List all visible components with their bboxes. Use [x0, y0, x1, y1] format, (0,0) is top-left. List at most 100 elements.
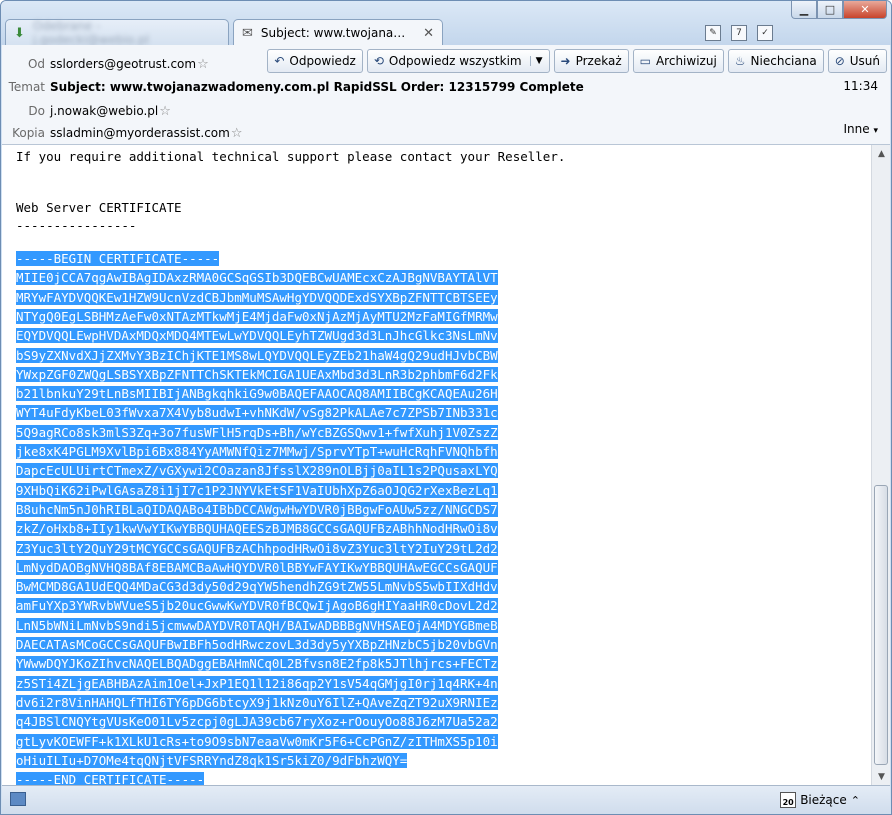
- selected-text: B8uhcNm5nJ0hRIBLaQIDAQABo4IBbDCCAWgwHwYD…: [16, 501, 498, 517]
- to-address[interactable]: j.nowak@webio.pl: [50, 104, 158, 118]
- maximize-button[interactable]: □: [817, 1, 843, 19]
- tab-message-label: Subject: www.twojanazwa...: [260, 26, 411, 40]
- selected-text: YWwwDQYJKoZIhvcNAQELBQADggEBAHmNCq0L2Bfv…: [16, 656, 498, 672]
- minimize-button[interactable]: ▁: [791, 1, 817, 19]
- subject-row: Temat Subject: www.twojanazwadomeny.com.…: [2, 76, 584, 98]
- message-body[interactable]: If you require additional technical supp…: [2, 145, 871, 785]
- archive-button[interactable]: ▭ Archiwizuj: [632, 49, 724, 73]
- certificate-line: bS9yZXNvdXJjZXMvY3BzIChjKTE1MS8wLQYDVQQL…: [16, 346, 498, 365]
- flame-icon: ♨: [734, 54, 746, 68]
- title-bar: ⬇ Odebrane - j.godecki@webio.pl ✉ Subjec…: [1, 1, 891, 47]
- star-icon[interactable]: ☆: [159, 104, 171, 119]
- selected-text: jke8xK4PGLM9XvlBpi6Bx884YyAMWNfQiz7MMwj/…: [16, 444, 498, 459]
- cert-heading: Web Server CERTIFICATE: [16, 200, 182, 215]
- more-dropdown[interactable]: Inne ▾: [844, 122, 879, 136]
- subject-text: Subject: www.twojanazwadomeny.com.pl Rap…: [50, 80, 584, 94]
- selected-text: LnN5bWNiLmNvbS9ndi5jcmwwDAYDVR0TAQH/BAIw…: [16, 617, 498, 633]
- selected-text: dv6i2r8VinHAHQLfTHI6TY6pDG6btcyX9j1kNz0u…: [16, 694, 498, 710]
- certificate-line: LmNydDAOBgNVHQ8BAf8EBAMCBaAwHQYDVR0lBBYw…: [16, 558, 498, 577]
- intro-text: If you require additional technical supp…: [16, 149, 566, 164]
- archive-icon: ▭: [639, 54, 651, 68]
- certificate-line: 9XHbQiK62iPwlGAsaZ8i1jI7c1P2JNYVkEtSF1Va…: [16, 481, 498, 500]
- from-address[interactable]: sslorders@geotrust.com: [50, 57, 196, 71]
- chevron-down-icon[interactable]: ▼: [529, 56, 543, 66]
- star-icon[interactable]: ☆: [197, 57, 209, 72]
- certificate-line: MIIE0jCCA7qgAwIBAgIDAxzRMA0GCSqGSIb3DQEB…: [16, 268, 498, 287]
- from-row: Od sslorders@geotrust.com ☆: [2, 53, 209, 75]
- cc-label: Kopia: [12, 126, 45, 140]
- selected-text: oHiuILIu+D7OMe4tqQNjtVFSRRYndZ8qk1Sr5kiZ…: [16, 752, 408, 768]
- selected-text: gtLyvKOEWFF+k1XLkU1cRs+to9O9sbN7eaaVw0mK…: [16, 733, 498, 749]
- from-label: Od: [27, 57, 45, 71]
- reply-all-icon: ⟲: [373, 54, 384, 68]
- to-label: Do: [28, 104, 45, 118]
- reply-all-button[interactable]: ⟲ Odpowiedz wszystkim ▼: [366, 49, 550, 73]
- today-pane-toggle[interactable]: 20 Bieżące ⌃: [780, 792, 860, 808]
- network-icon[interactable]: [10, 792, 26, 806]
- tab-inbox[interactable]: ⬇ Odebrane - j.godecki@webio.pl: [5, 19, 229, 47]
- mail-window: ⬇ Odebrane - j.godecki@webio.pl ✉ Subjec…: [0, 0, 892, 815]
- selected-text: q4JBSlCNQYtgVUsKeO01Lv5zcpj0gLJA39cb67ry…: [16, 714, 498, 730]
- delete-button[interactable]: ⊘ Usuń: [827, 49, 887, 73]
- selected-text: b21lbnkuY29tLnBsMIIBIjANBgkqhkiG9w0BAQEF…: [16, 386, 498, 402]
- calendar-icon[interactable]: 7: [731, 25, 747, 41]
- close-window-button[interactable]: ✕: [843, 1, 887, 19]
- scrollbar-thumb[interactable]: [874, 485, 888, 765]
- cc-row: Kopia ssladmin@myorderassist.com ☆: [2, 122, 242, 144]
- selected-text: zkZ/oHxb8+IIy1kwVwYIKwYBBQUHAQEESzBJMB8G…: [16, 521, 498, 537]
- selected-text: amFuYXp3YWRvbWVueS5jb20ucGwwKwYDVR0fBCQw…: [16, 598, 498, 614]
- cc-address[interactable]: ssladmin@myorderassist.com: [50, 126, 230, 140]
- selected-text: 5Q9agRCo8sk3mlS3Zq+3o7fusWFlH5rqDs+Bh/wY…: [16, 424, 498, 440]
- new-message-icon[interactable]: ✎: [705, 25, 721, 41]
- selected-text: YWxpZGF0ZWQgLSBSYXBpZFNTTChSKTEkMCIGA1UE…: [16, 366, 498, 382]
- selected-text: EQYDVQQLEwpHVDAxMDQxMDQ4MTEwLwYDVQQLEyhT…: [16, 328, 498, 344]
- certificate-line: DapcEcULUirtCTmexZ/vGXywi2COazan8JfsslX2…: [16, 461, 498, 480]
- selected-text: Z3Yuc3ltY2QuY29tMCYGCCsGAQUFBzAChhpodHRw…: [16, 540, 498, 556]
- certificate-line: Z3Yuc3ltY2QuY29tMCYGCCsGAQUFBzAChhpodHRw…: [16, 539, 498, 558]
- status-bar: 20 Bieżące ⌃: [2, 785, 890, 814]
- selected-text: -----END CERTIFICATE-----: [16, 772, 205, 785]
- toolbar-icons: ✎ 7 ✓: [705, 25, 773, 41]
- reply-button[interactable]: ↶ Odpowiedz: [267, 49, 363, 73]
- certificate-line: -----END CERTIFICATE-----: [16, 770, 205, 785]
- certificate-line: oHiuILIu+D7OMe4tqQNjtVFSRRYndZ8qk1Sr5kiZ…: [16, 751, 408, 770]
- calendar-icon: 20: [780, 792, 797, 808]
- certificate-line: q4JBSlCNQYtgVUsKeO01Lv5zcpj0gLJA39cb67ry…: [16, 712, 498, 731]
- certificate-line: -----BEGIN CERTIFICATE-----: [16, 249, 220, 268]
- close-tab-icon[interactable]: ✕: [423, 26, 434, 41]
- scroll-down-icon[interactable]: ▼: [872, 768, 891, 785]
- download-icon: ⬇: [14, 25, 25, 41]
- window-controls: ▁ □ ✕: [791, 1, 887, 19]
- selected-text: DapcEcULUirtCTmexZ/vGXywi2COazan8JfsslX2…: [16, 463, 498, 479]
- tasks-icon[interactable]: ✓: [757, 25, 773, 41]
- to-row: Do j.nowak@webio.pl ☆: [2, 100, 171, 122]
- selected-text: -----BEGIN CERTIFICATE-----: [16, 251, 220, 266]
- star-icon[interactable]: ☆: [231, 126, 243, 141]
- scroll-up-icon[interactable]: ▲: [872, 145, 891, 162]
- delete-icon: ⊘: [834, 54, 845, 68]
- more-label: Inne: [843, 122, 870, 136]
- envelope-icon: ✉: [242, 25, 253, 41]
- selected-text: NTYgQ0EgLSBHMzAeFw0xNTAzMTkwMjE4MjdaFw0x…: [16, 308, 498, 324]
- forward-button[interactable]: ➜ Przekaż: [553, 49, 629, 73]
- certificate-line: YWwwDQYJKoZIhvcNAQELBQADggEBAHmNCq0L2Bfv…: [16, 654, 498, 673]
- certificate-line: MRYwFAYDVQQKEw1HZW9UcnVzdCBJbmMuMSAwHgYD…: [16, 288, 498, 307]
- junk-button[interactable]: ♨ Niechciana: [727, 49, 824, 73]
- vertical-scrollbar[interactable]: ▲ ▼: [871, 145, 890, 785]
- message-time: 11:34: [843, 79, 878, 93]
- delete-label: Usuń: [849, 54, 880, 68]
- selected-text: BwMCMD8GA1UdEQQ4MDaCG3d3dy50d29qYW5hendh…: [16, 579, 498, 595]
- reply-all-label: Odpowiedz wszystkim: [388, 54, 522, 68]
- certificate-line: NTYgQ0EgLSBHMzAeFw0xNTAzMTkwMjE4MjdaFw0x…: [16, 307, 498, 326]
- forward-icon: ➜: [560, 54, 571, 68]
- certificate-line: EQYDVQQLEwpHVDAxMDQxMDQ4MTEwLwYDVQQLEyhT…: [16, 326, 498, 345]
- certificate-line: B8uhcNm5nJ0hRIBLaQIDAQABo4IBbDCCAWgwHwYD…: [16, 500, 498, 519]
- certificate-line: BwMCMD8GA1UdEQQ4MDaCG3d3dy50d29qYW5hendh…: [16, 577, 498, 596]
- today-label: Bieżące: [800, 793, 847, 807]
- certificate-line: gtLyvKOEWFF+k1XLkU1cRs+to9O9sbN7eaaVw0mK…: [16, 732, 498, 751]
- certificate-line: YWxpZGF0ZWQgLSBSYXBpZFNTTChSKTEkMCIGA1UE…: [16, 365, 498, 384]
- tab-message[interactable]: ✉ Subject: www.twojanazwa... ✕: [233, 19, 443, 46]
- certificate-line: WYT4uFdyKbeL03fWvxa7X4Vyb8udwI+vhNKdW/vS…: [16, 403, 498, 422]
- selected-text: 9XHbQiK62iPwlGAsaZ8i1jI7c1P2JNYVkEtSF1Va…: [16, 482, 498, 498]
- selected-text: WYT4uFdyKbeL03fWvxa7X4Vyb8udwI+vhNKdW/vS…: [16, 405, 498, 421]
